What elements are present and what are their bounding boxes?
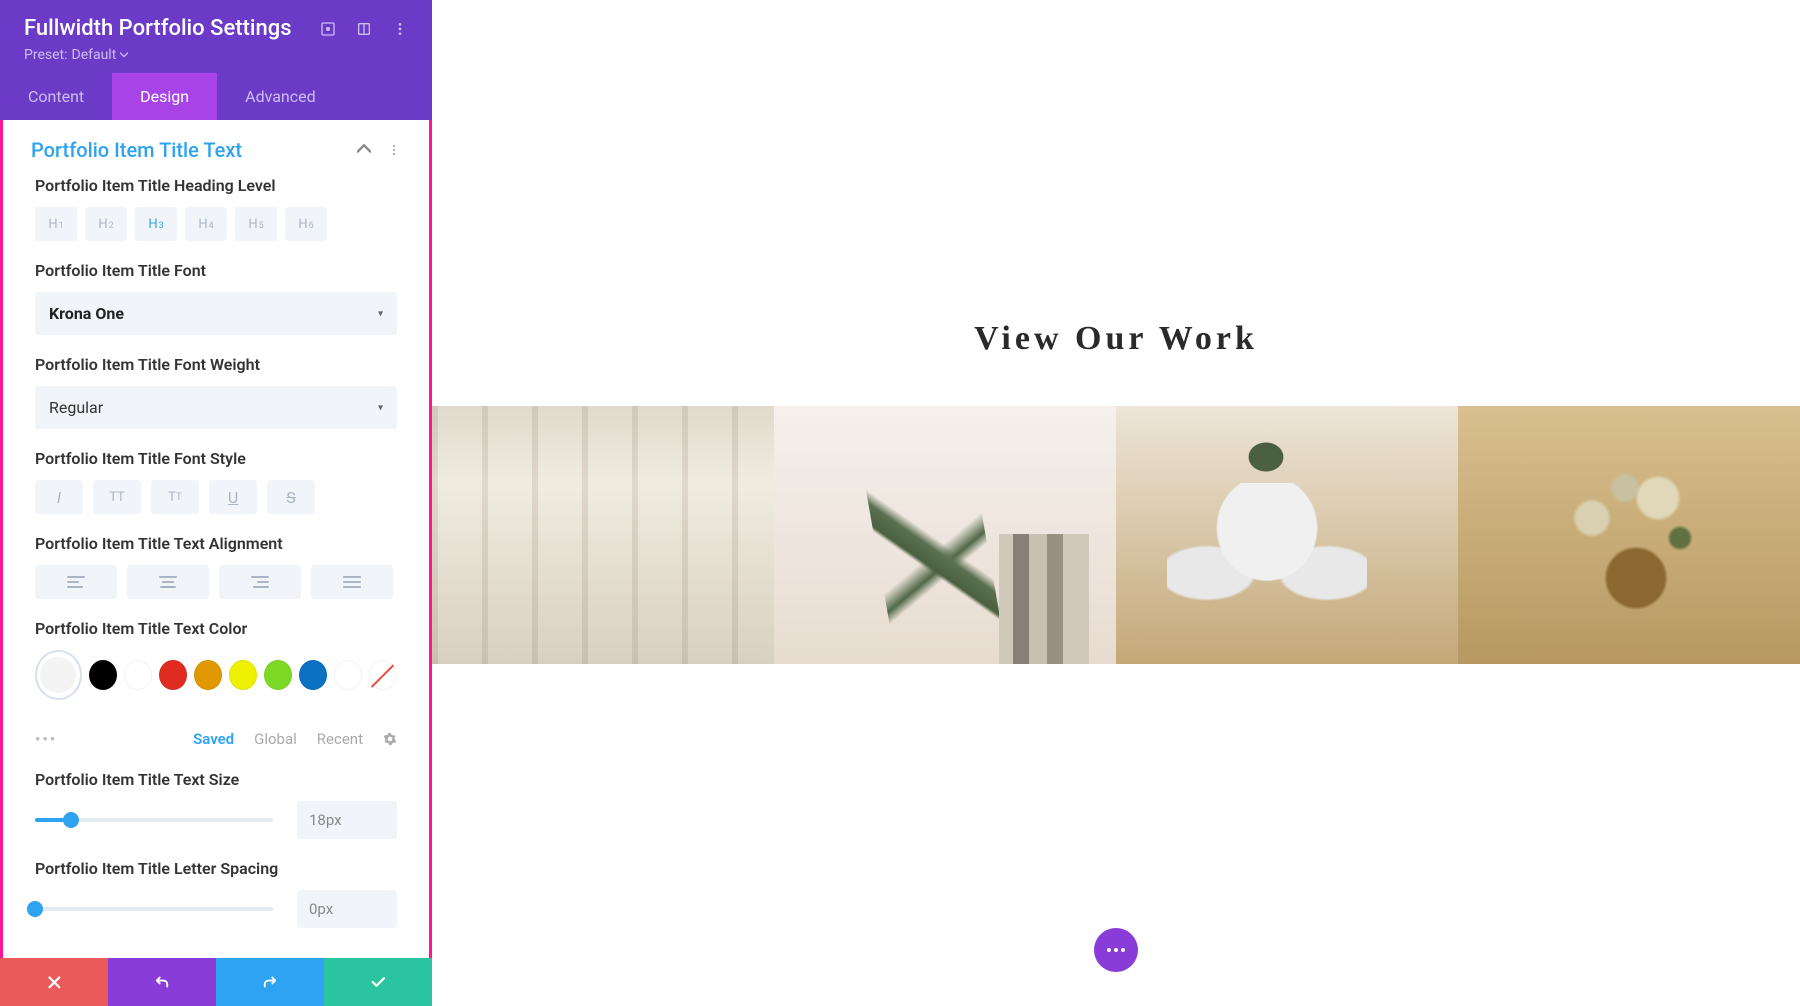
settings-sidebar: Fullwidth Portfolio Settings Preset: Def… bbox=[0, 0, 432, 1006]
field-color: Portfolio Item Title Text Color bbox=[3, 619, 429, 720]
label-size: Portfolio Item Title Text Size bbox=[35, 770, 397, 789]
field-font: Portfolio Item Title Font ▾ bbox=[3, 261, 429, 355]
align-center[interactable] bbox=[127, 565, 209, 599]
portfolio-item[interactable] bbox=[1458, 406, 1800, 664]
style-italic[interactable]: I bbox=[35, 480, 83, 514]
preview-heading: View Our Work bbox=[432, 320, 1800, 358]
label-align: Portfolio Item Title Text Alignment bbox=[35, 534, 397, 553]
responsive-icon[interactable] bbox=[320, 21, 336, 37]
size-value[interactable] bbox=[297, 801, 397, 839]
heading-h3[interactable]: H3 bbox=[135, 207, 177, 241]
portfolio-item[interactable] bbox=[1116, 406, 1458, 664]
swatch-red[interactable] bbox=[159, 660, 187, 690]
style-underline[interactable]: U bbox=[209, 480, 257, 514]
sidebar-header: Fullwidth Portfolio Settings Preset: Def… bbox=[0, 0, 432, 73]
preset-label: Preset: bbox=[24, 47, 68, 63]
tab-content[interactable]: Content bbox=[0, 73, 112, 120]
kebab-icon[interactable] bbox=[392, 21, 408, 37]
panel-body: Portfolio Item Title Text Portfolio Item… bbox=[0, 120, 432, 958]
swatch-blue[interactable] bbox=[299, 660, 327, 690]
portfolio-item[interactable] bbox=[432, 406, 774, 664]
expand-icon[interactable] bbox=[356, 21, 372, 37]
label-font: Portfolio Item Title Font bbox=[35, 261, 397, 280]
swatch-green[interactable] bbox=[264, 660, 292, 690]
align-justify[interactable] bbox=[311, 565, 393, 599]
label-color: Portfolio Item Title Text Color bbox=[35, 619, 397, 638]
color-tab-saved[interactable]: Saved bbox=[193, 730, 234, 748]
section-header[interactable]: Portfolio Item Title Text bbox=[3, 120, 429, 176]
tab-design[interactable]: Design bbox=[112, 73, 217, 120]
field-align: Portfolio Item Title Text Alignment bbox=[3, 534, 429, 619]
swatch-none[interactable] bbox=[369, 660, 397, 690]
size-slider[interactable] bbox=[35, 818, 273, 822]
preset-value: Default bbox=[72, 47, 117, 63]
weight-select[interactable] bbox=[35, 386, 397, 429]
color-tabs: ••• Saved Global Recent bbox=[3, 720, 429, 748]
field-heading-level: Portfolio Item Title Heading Level H1 H2… bbox=[3, 176, 429, 261]
font-select[interactable] bbox=[35, 292, 397, 335]
swatch-current[interactable] bbox=[35, 650, 82, 700]
align-right[interactable] bbox=[219, 565, 301, 599]
field-weight: Portfolio Item Title Font Weight ▾ bbox=[3, 355, 429, 449]
color-tab-recent[interactable]: Recent bbox=[317, 730, 363, 748]
spacing-value[interactable] bbox=[297, 890, 397, 928]
gear-icon[interactable] bbox=[383, 732, 397, 746]
color-tab-global[interactable]: Global bbox=[254, 730, 297, 748]
align-left[interactable] bbox=[35, 565, 117, 599]
spacing-slider[interactable] bbox=[35, 907, 273, 911]
bottom-bar bbox=[0, 958, 432, 1006]
heading-h2[interactable]: H2 bbox=[85, 207, 127, 241]
field-spacing: Portfolio Item Title Letter Spacing bbox=[3, 859, 429, 948]
tab-bar: Content Design Advanced bbox=[0, 73, 432, 120]
heading-h4[interactable]: H4 bbox=[185, 207, 227, 241]
kebab-icon[interactable] bbox=[387, 143, 401, 157]
color-swatches bbox=[35, 650, 397, 700]
floating-action-button[interactable] bbox=[1094, 928, 1138, 972]
preview-canvas: View Our Work bbox=[432, 0, 1800, 1006]
field-size: Portfolio Item Title Text Size bbox=[3, 748, 429, 859]
portfolio-gallery bbox=[432, 406, 1800, 664]
chevron-up-icon[interactable] bbox=[357, 143, 371, 157]
field-style: Portfolio Item Title Font Style I TT TT … bbox=[3, 449, 429, 534]
cancel-button[interactable] bbox=[0, 958, 108, 1006]
style-strikethrough[interactable]: S bbox=[267, 480, 315, 514]
tab-advanced[interactable]: Advanced bbox=[217, 73, 344, 120]
swatch-white[interactable] bbox=[124, 660, 152, 690]
heading-h6[interactable]: H6 bbox=[285, 207, 327, 241]
label-weight: Portfolio Item Title Font Weight bbox=[35, 355, 397, 374]
swatch-orange[interactable] bbox=[194, 660, 222, 690]
section-title: Portfolio Item Title Text bbox=[31, 138, 242, 162]
heading-h5[interactable]: H5 bbox=[235, 207, 277, 241]
chevron-down-icon bbox=[120, 51, 128, 59]
panel-title: Fullwidth Portfolio Settings bbox=[24, 16, 292, 41]
swatch-yellow[interactable] bbox=[229, 660, 257, 690]
style-smallcaps[interactable]: TT bbox=[151, 480, 199, 514]
save-button[interactable] bbox=[324, 958, 432, 1006]
more-dots-icon[interactable]: ••• bbox=[35, 730, 57, 748]
swatch-white2[interactable] bbox=[334, 660, 362, 690]
label-heading-level: Portfolio Item Title Heading Level bbox=[35, 176, 397, 195]
heading-h1[interactable]: H1 bbox=[35, 207, 77, 241]
style-uppercase[interactable]: TT bbox=[93, 480, 141, 514]
undo-button[interactable] bbox=[108, 958, 216, 1006]
portfolio-item[interactable] bbox=[774, 406, 1116, 664]
label-spacing: Portfolio Item Title Letter Spacing bbox=[35, 859, 397, 878]
swatch-black[interactable] bbox=[89, 660, 117, 690]
label-style: Portfolio Item Title Font Style bbox=[35, 449, 397, 468]
redo-button[interactable] bbox=[216, 958, 324, 1006]
preset-selector[interactable]: Preset: Default bbox=[24, 47, 408, 63]
